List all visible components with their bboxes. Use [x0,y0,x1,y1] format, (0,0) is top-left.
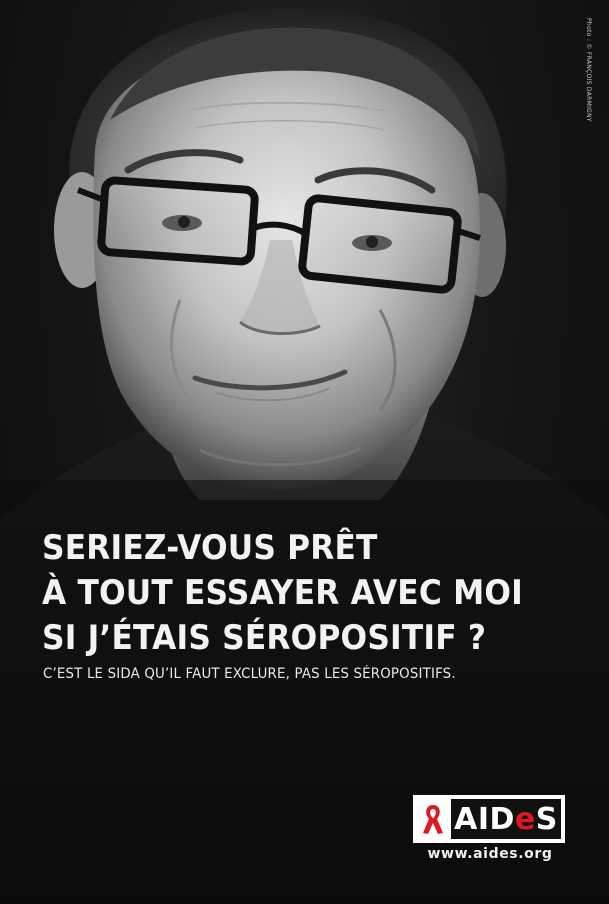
portrait-photo [0,7,609,904]
headline-line: À TOUT ESSAYER AVEC MOI [42,573,523,613]
logo-word-after: S [535,801,558,837]
logo-ribbon-cell [415,797,451,841]
logo-word-accent: e [514,801,536,837]
website-link[interactable]: www.aides.org [414,846,566,862]
logo-word-before: AID [454,801,515,837]
poster: Photo : © FRANÇOIS DARMIGNY SERIEZ-VOUS … [0,0,609,904]
photo-credit: Photo : © FRANÇOIS DARMIGNY [585,18,592,122]
tagline: C’EST LE SIDA QU’IL FAUT EXCLURE, PAS LE… [43,666,456,682]
headline-line: SI J’ÉTAIS SÉROPOSITIF ? [42,618,487,658]
logo-wordmark: AID e S [451,799,561,839]
aides-logo: AID e S [413,795,565,843]
red-ribbon-icon [423,805,443,834]
headline-line: SERIEZ-VOUS PRÊT [42,528,378,568]
headline: SERIEZ-VOUS PRÊT À TOUT ESSAYER AVEC MOI… [42,526,602,661]
